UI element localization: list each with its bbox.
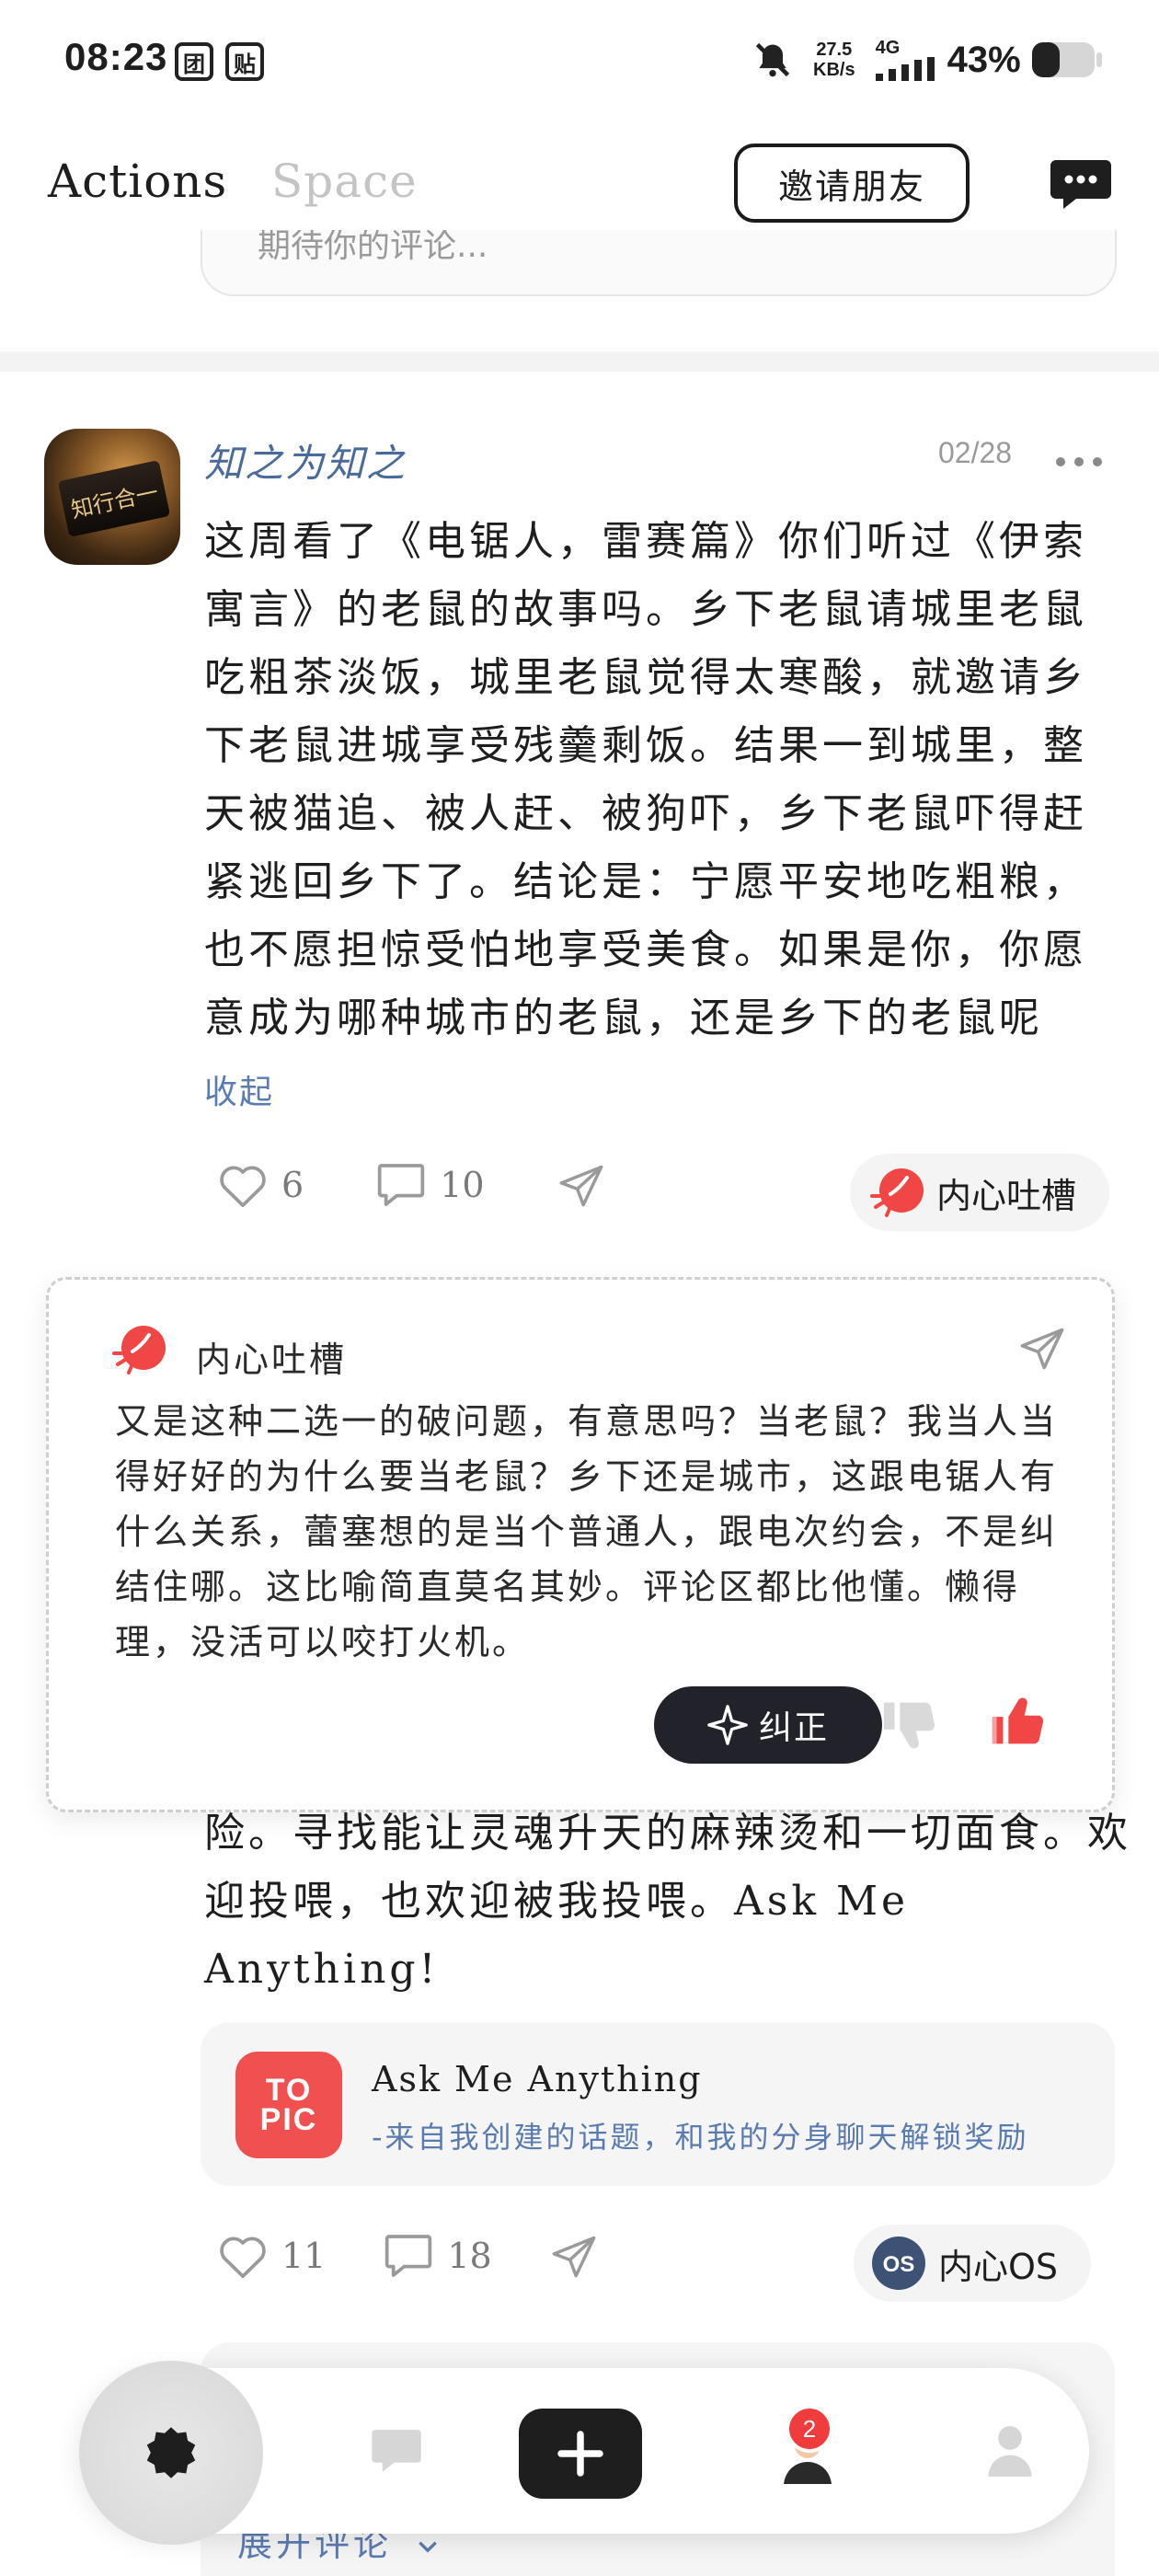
network-speed-unit: KB/s bbox=[813, 60, 855, 80]
comment-button[interactable]: 18 bbox=[383, 2232, 492, 2280]
heart-icon bbox=[220, 2237, 266, 2279]
comment-input[interactable]: 期待你的评论... bbox=[201, 230, 1117, 296]
plus-icon bbox=[557, 2431, 603, 2477]
share-button[interactable] bbox=[557, 1161, 619, 1209]
battery-percent: 43% bbox=[947, 39, 1021, 80]
topic-logo: TO PIC bbox=[235, 2052, 342, 2158]
post-author[interactable]: 知之为知之 bbox=[204, 432, 407, 489]
comment-icon bbox=[377, 1164, 425, 1206]
nav-home[interactable] bbox=[79, 2361, 263, 2545]
create-post-button[interactable] bbox=[519, 2409, 642, 2499]
popup-text: 又是这种二选一的破问题，有意思吗？当老鼠？我当人当得好好的为什么要当老鼠？乡下还… bbox=[115, 1401, 1059, 1662]
section-divider bbox=[0, 351, 1159, 372]
message-icon[interactable] bbox=[1049, 158, 1113, 210]
status-time: 08:23 bbox=[64, 35, 168, 78]
nav-messages[interactable] bbox=[337, 2368, 456, 2534]
send-icon bbox=[552, 2236, 596, 2278]
nav-me[interactable] bbox=[955, 2368, 1065, 2534]
person-icon bbox=[988, 2426, 1032, 2477]
bottom-nav: 2 bbox=[79, 2361, 1089, 2545]
notification-badge: 2 bbox=[786, 2405, 833, 2453]
thumbs-up-icon[interactable] bbox=[987, 1690, 1051, 1754]
status-badge-tie: 贴 bbox=[225, 42, 264, 81]
invite-friends-button[interactable]: 邀请朋友 bbox=[734, 144, 970, 223]
comment-count: 18 bbox=[447, 2236, 492, 2276]
chat-bubble-icon bbox=[372, 2430, 421, 2472]
inner-rant-label: 内心吐槽 bbox=[936, 1175, 1077, 1216]
comment-button[interactable]: 10 bbox=[375, 1161, 485, 1209]
like-count: 6 bbox=[281, 1165, 304, 1205]
thumbs-down-icon[interactable] bbox=[878, 1692, 943, 1756]
svg-text:OS: OS bbox=[883, 2252, 915, 2277]
tab-actions[interactable]: Actions bbox=[48, 155, 227, 208]
mute-bell-icon bbox=[755, 42, 790, 77]
inner-rant-icon bbox=[870, 1168, 924, 1217]
popup-share-icon[interactable] bbox=[1016, 1324, 1068, 1372]
network-type: 4G bbox=[875, 38, 901, 58]
avatar[interactable]: 知行合一 bbox=[44, 429, 180, 565]
like-button[interactable]: 11 bbox=[217, 2232, 326, 2280]
status-right: 27.5 KB/s 4G 43% bbox=[752, 37, 1104, 83]
sparkle-icon bbox=[707, 1705, 748, 1745]
send-icon bbox=[559, 1165, 602, 1207]
correct-label: 纠正 bbox=[758, 1709, 829, 1747]
comment-placeholder: 期待你的评论... bbox=[258, 230, 488, 265]
flower-icon bbox=[146, 2427, 196, 2478]
post-actions: 11 18 bbox=[217, 2232, 612, 2280]
chevron-down-icon bbox=[419, 2541, 437, 2553]
inner-rant-popup: 内心吐槽 又是这种二选一的破问题，有意思吗？当老鼠？我当人当得好好的为什么要当老… bbox=[46, 1277, 1115, 1812]
like-count: 11 bbox=[281, 2236, 327, 2276]
topic-logo-line1: TO bbox=[265, 2073, 313, 2108]
network-speed: 27.5 bbox=[816, 40, 853, 60]
topic-logo-line2: PIC bbox=[259, 2102, 318, 2137]
comment-count: 10 bbox=[440, 1165, 485, 1205]
share-button[interactable] bbox=[549, 2232, 612, 2280]
inner-rant-icon bbox=[112, 1326, 166, 1374]
post-text: 险。寻找能让灵魂升天的麻辣烫和一切面食。欢迎投喂，也欢迎被我投喂。Ask Me … bbox=[204, 1810, 1131, 1993]
tab-space[interactable]: Space bbox=[271, 155, 418, 208]
battery-icon bbox=[1031, 42, 1102, 77]
avatar-plate: 知行合一 bbox=[57, 460, 171, 537]
topic-subtitle: -来自我创建的话题，和我的分身聊天解锁奖励 bbox=[372, 2120, 1029, 2155]
inner-os-label: 内心OS bbox=[938, 2246, 1059, 2287]
more-options-icon[interactable] bbox=[1056, 453, 1111, 470]
comment-icon bbox=[385, 2235, 432, 2277]
topic-card[interactable]: TO PIC Ask Me Anything -来自我创建的话题，和我的分身聊天… bbox=[201, 2022, 1115, 2186]
signal-icon bbox=[875, 57, 935, 81]
topic-title: Ask Me Anything bbox=[372, 2059, 703, 2099]
collapse-link[interactable]: 收起 bbox=[204, 1065, 274, 1113]
popup-title: 内心吐槽 bbox=[196, 1340, 348, 1380]
status-badge-tuan: 团 bbox=[175, 42, 213, 81]
inner-os-button[interactable]: OS 内心OS bbox=[854, 2225, 1092, 2302]
heart-icon bbox=[220, 1166, 266, 1208]
inner-os-icon: OS bbox=[872, 2237, 925, 2290]
like-button[interactable]: 6 bbox=[217, 1161, 304, 1209]
post-date: 02/28 bbox=[938, 436, 1013, 469]
inner-rant-button[interactable]: 内心吐槽 bbox=[850, 1154, 1110, 1231]
correct-button[interactable]: 纠正 bbox=[654, 1686, 882, 1764]
post-actions: 6 10 bbox=[217, 1161, 619, 1209]
post-text: 这周看了《电锯人，雷赛篇》你们听过《伊索寓言》的老鼠的故事吗。乡下老鼠请城里老鼠… bbox=[204, 518, 1087, 1041]
